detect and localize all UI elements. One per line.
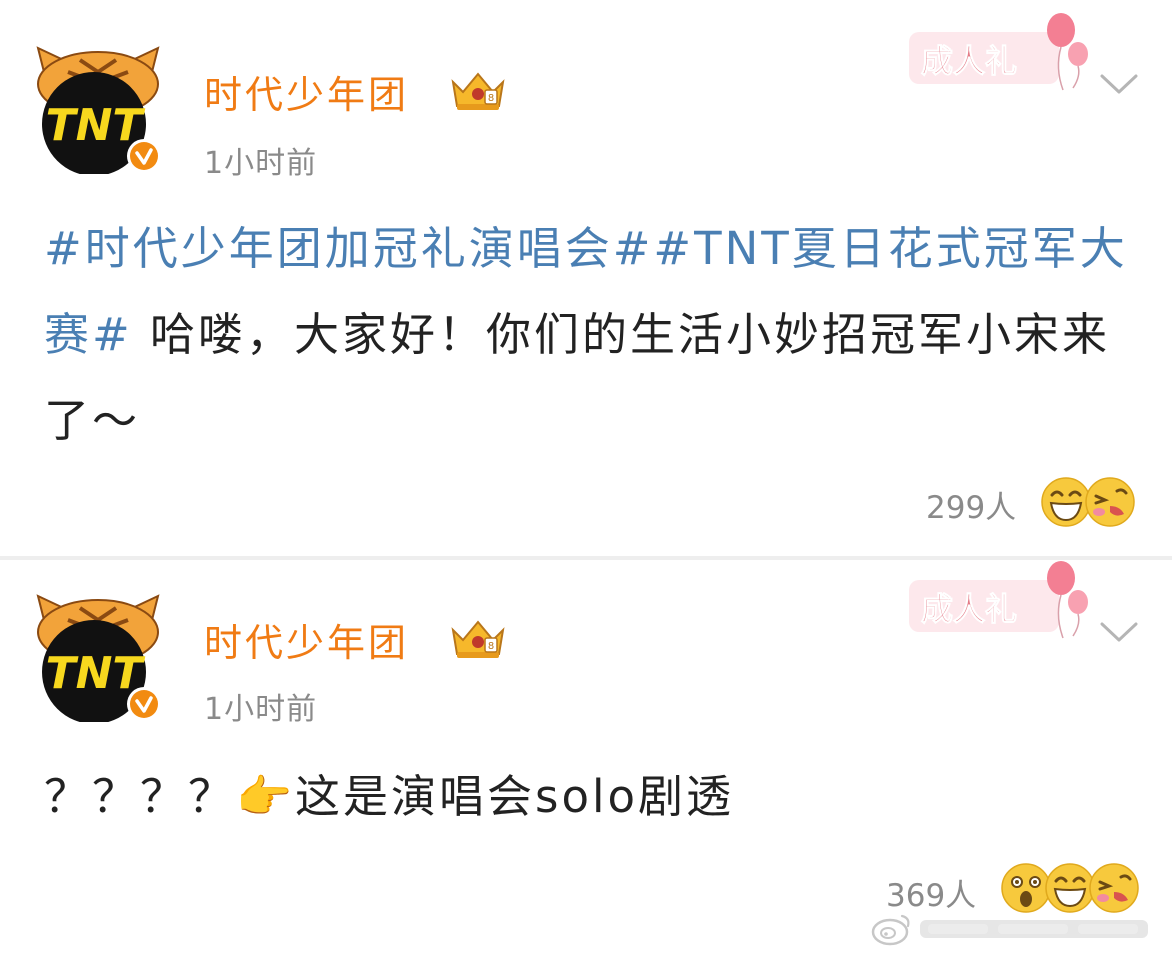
post-content: ？？？？👉这是演唱会solo剧透 <box>44 754 1134 840</box>
post-time: 1小时前 <box>204 692 318 727</box>
author-name[interactable]: 时代少年团 <box>204 64 409 119</box>
avatar-logo-text: TNT <box>46 648 146 699</box>
post-time: 1小时前 <box>204 146 318 181</box>
coming-of-age-badge: 成人礼 <box>909 13 1088 91</box>
weibo-post[interactable]: TNT 时代少年团 8 1小时前 成人礼 ？？？？👉这是演唱会solo剧透 36… <box>0 560 1172 960</box>
coming-of-age-badge: 成人礼 <box>909 561 1088 639</box>
post-prefix: ？？？？ <box>44 770 237 823</box>
chevron-down-icon[interactable] <box>1096 68 1142 98</box>
avatar[interactable]: TNT <box>28 590 168 722</box>
reaction-emojis[interactable] <box>1040 476 1140 532</box>
crown-member-icon: 8 <box>451 72 505 110</box>
crown-member-icon: 8 <box>451 620 505 658</box>
verified-badge-icon <box>127 687 161 721</box>
svg-text:8: 8 <box>488 641 494 652</box>
chevron-down-icon[interactable] <box>1096 616 1142 646</box>
reaction-count[interactable]: 299人 <box>926 482 1016 527</box>
badge-text: 成人礼 <box>921 590 1017 628</box>
author-name[interactable]: 时代少年团 <box>204 612 409 667</box>
avatar-logo-text: TNT <box>46 100 146 151</box>
svg-text:8: 8 <box>488 93 494 104</box>
post-content: #时代少年团加冠礼演唱会##TNT夏日花式冠军大赛# 哈喽，大家好！你们的生活小… <box>44 206 1134 464</box>
post-text: 哈喽，大家好！你们的生活小妙招冠军小宋来了～ <box>44 308 1111 447</box>
topic-link[interactable]: #时代少年团加冠礼演唱会# <box>44 222 653 275</box>
post-text: 这是演唱会solo剧透 <box>295 770 735 823</box>
weibo-post[interactable]: TNT 时代少年团 8 1小时前 成人礼 #时代少年团加冠礼演唱会##TNT夏日… <box>0 0 1172 556</box>
weibo-watermark <box>871 914 1148 946</box>
pointing-right-emoji-icon: 👉 <box>236 770 296 823</box>
weibo-logo-icon <box>871 914 910 946</box>
avatar[interactable]: TNT <box>28 42 168 174</box>
badge-text: 成人礼 <box>921 42 1017 80</box>
blush-emoji-icon <box>1085 477 1135 527</box>
verified-badge-icon <box>127 139 161 173</box>
